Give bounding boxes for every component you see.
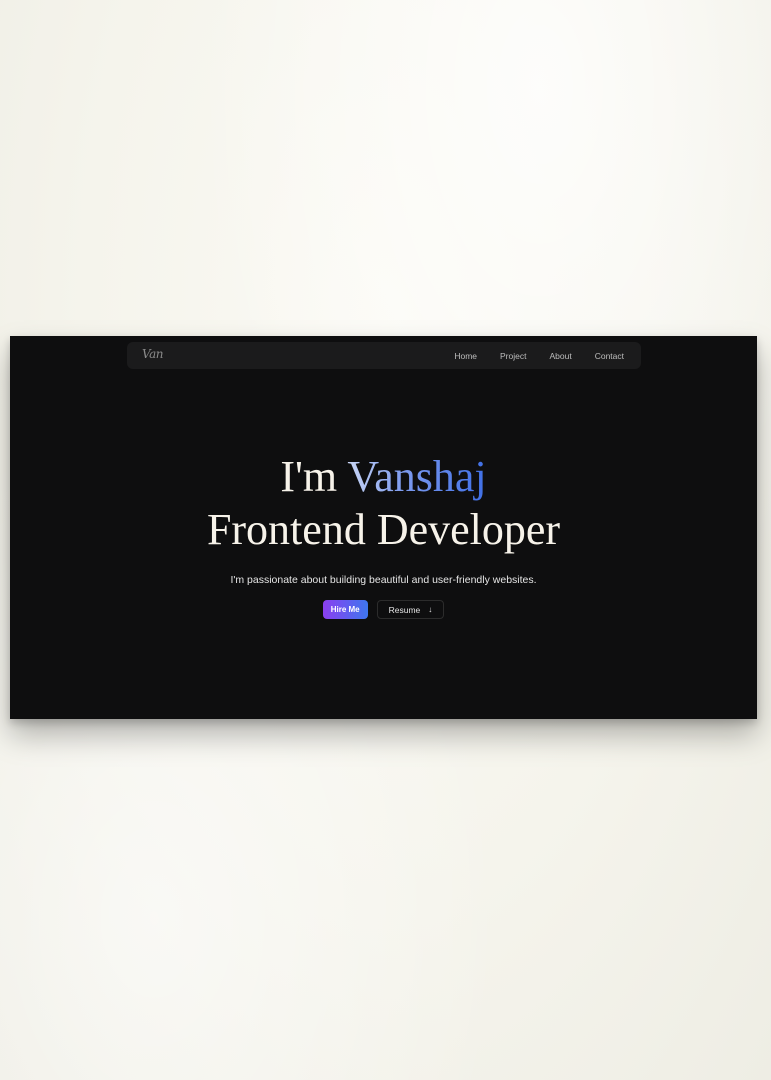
hero-section: I'm Vanshaj Frontend Developer I'm passi… xyxy=(10,450,757,619)
nav-link-project[interactable]: Project xyxy=(500,351,526,361)
hero-heading: I'm Vanshaj Frontend Developer xyxy=(10,450,757,556)
nav-link-contact[interactable]: Contact xyxy=(595,351,624,361)
hero-tagline: I'm passionate about building beautiful … xyxy=(230,574,537,586)
navbar: Van Home Project About Contact xyxy=(127,342,641,369)
hero-actions: Hire Me Resume ↓ xyxy=(10,600,757,619)
resume-button[interactable]: Resume ↓ xyxy=(376,600,445,619)
nav-link-home[interactable]: Home xyxy=(454,351,477,361)
nav-links: Home Project About Contact xyxy=(454,342,624,369)
hire-me-button[interactable]: Hire Me xyxy=(322,600,368,619)
hero-role: Frontend Developer xyxy=(206,505,561,554)
site-logo[interactable]: Van xyxy=(142,347,163,361)
hero-name: Vanshaj xyxy=(347,452,487,501)
nav-link-about[interactable]: About xyxy=(549,351,571,361)
resume-label: Resume xyxy=(388,604,421,615)
hero-greeting: I'm xyxy=(280,452,348,501)
arrow-down-icon: ↓ xyxy=(428,604,433,614)
website-screenshot: Van Home Project About Contact I'm Vansh… xyxy=(10,336,757,719)
